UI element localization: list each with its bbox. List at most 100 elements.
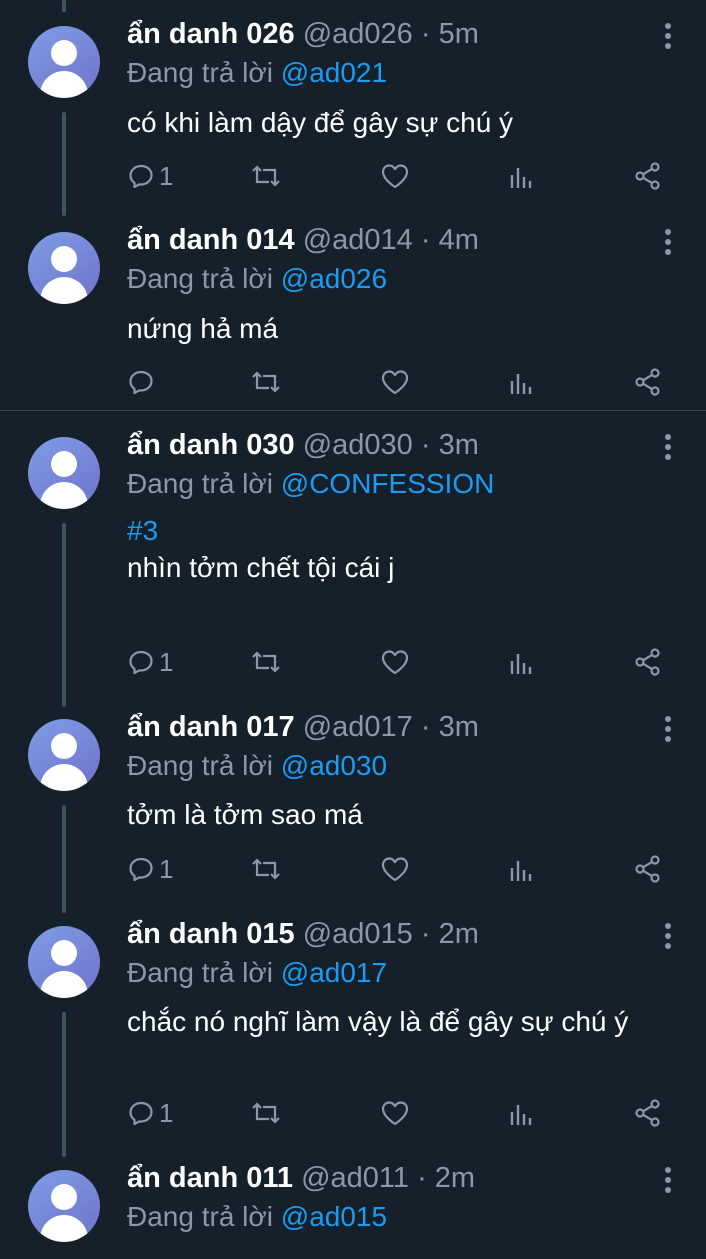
reply-icon [129,857,153,882]
reply-count: 1 [159,1097,174,1128]
reply-count: 1 [159,853,174,884]
replying-to: Đang trả lời @CONFESSION [127,466,494,502]
share-button[interactable] [633,1097,663,1129]
tweet-text: chắc nó nghĩ làm vậy là để gây sự chú ý [127,1003,682,1040]
reply-button[interactable]: 1 [127,160,173,192]
share-button[interactable] [633,853,663,885]
reply-button[interactable]: 1 [127,646,173,678]
thread-connector [62,523,66,707]
tweet-actions: 1 [127,160,667,192]
timestamp[interactable]: 5m [439,18,479,50]
avatar[interactable] [28,26,100,98]
avatar[interactable] [28,232,100,304]
display-name[interactable]: ẩn danh 014 [127,224,295,256]
share-icon [635,162,660,190]
thread-divider [0,410,706,411]
timestamp[interactable]: 4m [439,224,479,256]
display-name[interactable]: ẩn danh 026 [127,18,295,50]
tweet-actions: 1 [127,853,667,885]
replying-to: Đang trả lời @ad015 [127,1199,387,1235]
tweet-text: tởm là tởm sao má [127,796,687,833]
user-handle: @ad030 [302,429,413,461]
heart-icon [381,650,409,675]
mention-link[interactable]: @ad015 [281,1201,387,1232]
retweet-icon [252,1102,280,1124]
avatar[interactable] [28,437,100,509]
reply-icon [129,164,153,189]
mention-link[interactable]: @ad026 [281,263,387,294]
analytics-button[interactable] [507,853,535,885]
analytics-button[interactable] [507,366,535,398]
share-icon [635,368,660,396]
avatar[interactable] [28,719,100,791]
analytics-icon [510,1105,532,1125]
retweet-icon [252,651,280,673]
hashtag-link[interactable]: #3 [127,512,687,549]
timestamp[interactable]: 3m [439,429,479,461]
display-name[interactable]: ẩn danh 011 [127,1162,293,1194]
heart-icon [381,857,409,882]
replying-to: Đang trả lời @ad017 [127,955,387,991]
reply-button[interactable]: 1 [127,1097,173,1129]
like-button[interactable] [380,646,410,678]
mention-link[interactable]: @ad021 [281,57,387,88]
like-button[interactable] [380,853,410,885]
tweet-actions: 1 [127,1097,667,1129]
like-button[interactable] [380,160,410,192]
more-options-icon[interactable] [658,22,678,50]
mention-link[interactable]: @ad030 [281,750,387,781]
tweet-header: ẩn danh 030 @ad030 · 3m [127,427,479,463]
share-icon [635,855,660,883]
separator-dot: · [412,18,439,50]
more-options-icon[interactable] [658,433,678,461]
analytics-icon [510,168,532,188]
tweet-body: chắc nó nghĩ làm vậy là để gây sự chú ý [127,1006,629,1037]
avatar[interactable] [28,1170,100,1242]
share-button[interactable] [633,646,663,678]
mention-link[interactable]: @ad017 [281,957,387,988]
replying-to-label: Đang trả lời [127,263,273,294]
analytics-button[interactable] [507,646,535,678]
thread-connector [62,1012,66,1157]
display-name[interactable]: ẩn danh 030 [127,429,295,461]
heart-icon [381,1101,409,1126]
analytics-button[interactable] [507,1097,535,1129]
retweet-button[interactable] [250,1097,282,1129]
tweet-header: ẩn danh 017 @ad017 · 3m [127,709,479,745]
more-options-icon[interactable] [658,715,678,743]
tweet-body: nứng hả má [127,313,279,344]
mention-link[interactable]: @CONFESSION [281,468,495,499]
like-button[interactable] [380,1097,410,1129]
more-options-icon[interactable] [658,922,678,950]
retweet-button[interactable] [250,853,282,885]
timestamp[interactable]: 2m [435,1162,475,1194]
share-icon [635,1099,660,1127]
reply-icon [129,370,153,395]
retweet-button[interactable] [250,646,282,678]
timestamp[interactable]: 3m [439,711,479,743]
share-button[interactable] [633,366,663,398]
tweet-body: tởm là tởm sao má [127,799,363,830]
replying-to-label: Đang trả lời [127,57,273,88]
separator-dot: · [412,429,439,461]
more-options-icon[interactable] [658,1166,678,1194]
thread-connector [62,112,66,216]
reply-button[interactable]: 1 [127,853,173,885]
reply-button[interactable] [127,366,159,398]
display-name[interactable]: ẩn danh 017 [127,711,295,743]
tweet-header: ẩn danh 011 @ad011 · 2m [127,1160,475,1196]
retweet-button[interactable] [250,366,282,398]
like-button[interactable] [380,366,410,398]
share-button[interactable] [633,160,663,192]
timestamp[interactable]: 2m [439,918,479,950]
more-options-icon[interactable] [658,228,678,256]
tweet-actions [127,366,667,398]
analytics-button[interactable] [507,160,535,192]
retweet-button[interactable] [250,160,282,192]
reply-icon [129,650,153,675]
analytics-icon [510,861,532,881]
avatar[interactable] [28,926,100,998]
display-name[interactable]: ẩn danh 015 [127,918,295,950]
separator-dot: · [409,1162,435,1194]
reply-icon [129,1101,153,1126]
